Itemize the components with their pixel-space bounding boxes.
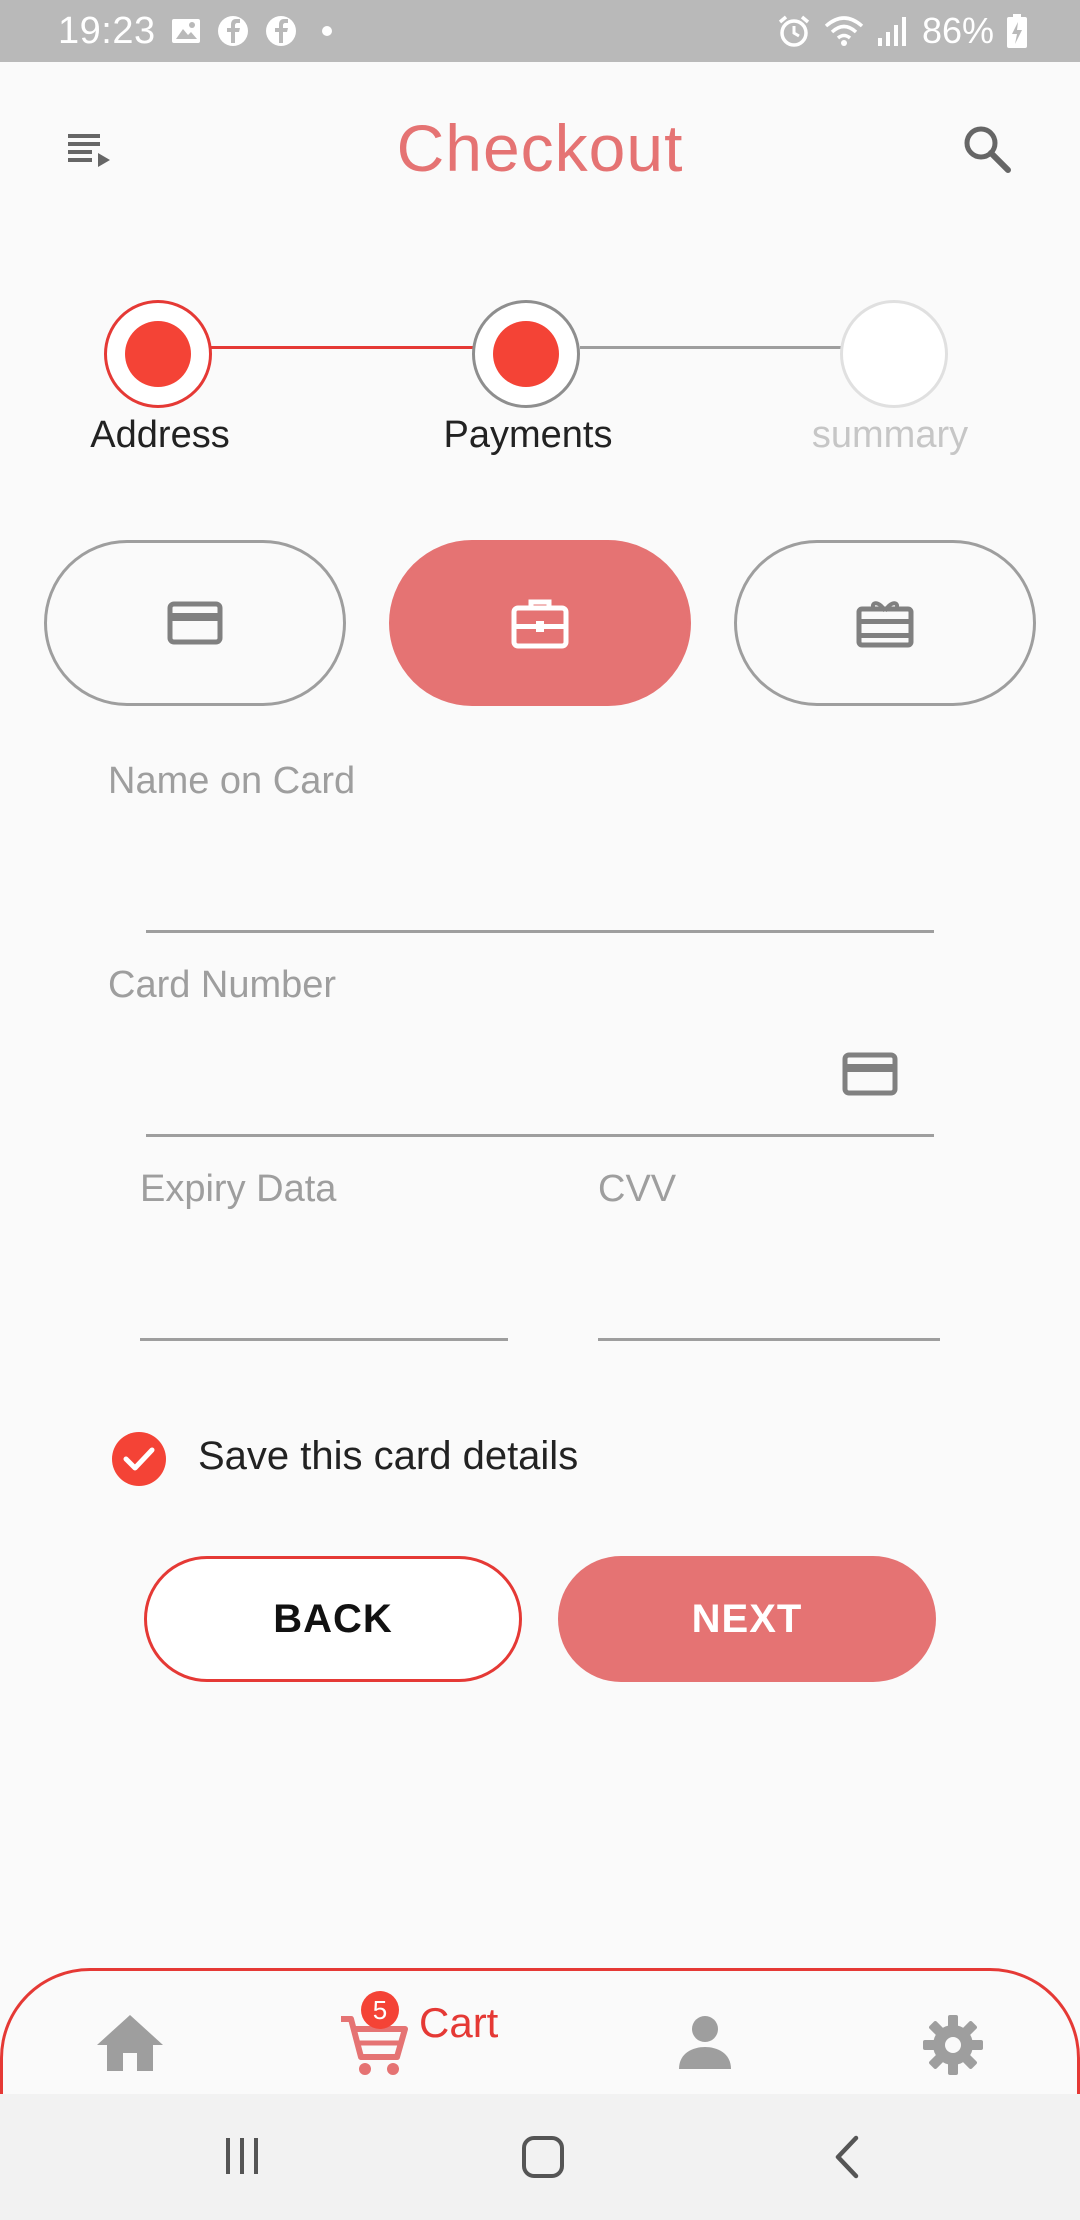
step-summary-indicator[interactable]	[840, 300, 948, 408]
dot-icon	[322, 26, 332, 36]
name-on-card-label: Name on Card	[108, 760, 356, 802]
page-title: Checkout	[396, 111, 684, 185]
step-payments-indicator[interactable]	[472, 300, 580, 408]
payment-method-wallet-button[interactable]	[389, 540, 691, 706]
facebook-icon	[218, 16, 248, 46]
expiry-label: Expiry Data	[140, 1168, 337, 1210]
nav-home[interactable]	[95, 2013, 165, 2078]
person-icon	[679, 2016, 731, 2069]
home-button-icon[interactable]	[520, 2134, 566, 2180]
alarm-icon	[778, 15, 810, 47]
payment-method-gift-card-button[interactable]	[734, 540, 1036, 706]
next-button[interactable]: NEXT	[558, 1556, 936, 1682]
cvv-label: CVV	[598, 1168, 677, 1210]
signal-icon	[877, 17, 906, 46]
wifi-icon	[824, 16, 864, 46]
battery-charging-icon	[1007, 14, 1027, 48]
status-bar: 19:23 86%	[0, 0, 1080, 62]
step-address-indicator[interactable]	[104, 300, 212, 408]
battery-percent: 86%	[921, 10, 994, 51]
bottom-navigation: 5 Cart	[0, 1968, 1080, 2094]
search-icon[interactable]	[960, 122, 1014, 176]
app-bar: Checkout	[0, 62, 1080, 232]
check-icon	[123, 1447, 155, 1471]
system-navigation-bar	[0, 2094, 1080, 2220]
status-time: 19:23	[58, 10, 156, 52]
cart-badge: 5	[361, 1991, 399, 2029]
step-payments-label: Payments	[443, 414, 613, 456]
nav-settings[interactable]	[921, 2013, 985, 2082]
step-address-label: Address	[90, 414, 230, 456]
card-number-label: Card Number	[108, 964, 337, 1006]
credit-card-icon	[842, 1052, 898, 1096]
payment-method-card-button[interactable]	[44, 540, 346, 706]
nav-cart-label: Cart	[419, 1999, 499, 2046]
name-on-card-field[interactable]	[146, 930, 934, 933]
credit-card-icon	[167, 601, 223, 645]
home-icon	[97, 2015, 163, 2071]
save-card-checkbox[interactable]	[112, 1432, 166, 1486]
step-connector-1	[210, 346, 478, 349]
recent-apps-icon[interactable]	[220, 2134, 264, 2178]
nav-profile[interactable]	[675, 2013, 735, 2078]
facebook-icon	[266, 16, 296, 46]
gift-card-icon	[856, 601, 914, 648]
step-connector-2	[580, 346, 844, 349]
back-button[interactable]: BACK	[144, 1556, 522, 1682]
card-number-field[interactable]	[146, 1134, 934, 1137]
save-card-label: Save this card details	[198, 1434, 579, 1478]
back-icon[interactable]	[830, 2134, 864, 2180]
settings-icon	[923, 2015, 983, 2075]
checkout-stepper: Address Payments summary	[0, 290, 1080, 470]
step-summary-label: summary	[811, 414, 969, 456]
expiry-field[interactable]	[140, 1338, 508, 1341]
nav-cart[interactable]: 5 Cart	[339, 1991, 498, 2084]
cvv-field[interactable]	[598, 1338, 940, 1341]
image-icon	[172, 19, 200, 43]
briefcase-icon	[511, 599, 569, 649]
